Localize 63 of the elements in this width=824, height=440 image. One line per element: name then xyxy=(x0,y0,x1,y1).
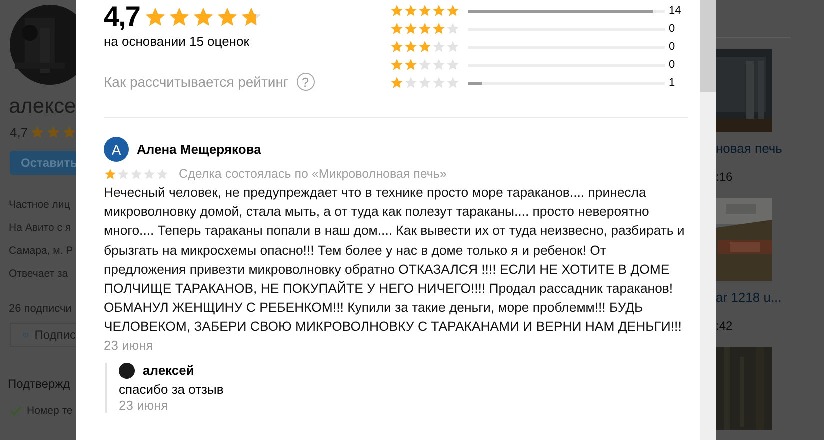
rating-count: 0 xyxy=(669,23,676,35)
author-name[interactable]: Алена Мещерякова xyxy=(137,142,262,157)
rating-count: 0 xyxy=(669,41,676,53)
reply-text: спасибо за отзыв xyxy=(119,382,225,397)
listing-time: :16 xyxy=(716,170,734,184)
star-icon xyxy=(46,125,62,140)
star-icon xyxy=(446,4,460,18)
star-icon xyxy=(30,125,46,140)
rating-count: 0 xyxy=(669,59,676,71)
star-icon xyxy=(390,40,404,54)
star-icon xyxy=(130,168,143,180)
star-icon xyxy=(168,6,191,28)
deal-info: Сделка состоялась по «Микроволновая печь» xyxy=(179,167,447,181)
scrollbar-thumb[interactable] xyxy=(700,0,716,92)
rating-caption: на основании 15 оценок xyxy=(104,34,250,49)
star-icon xyxy=(446,22,460,36)
star-icon xyxy=(240,6,263,28)
star-icon xyxy=(418,22,432,36)
review-text: Нечесный человек, не предупреждает что в технике просто море тараканов.... принесла микроволновку домой, стала мыть, а от туда как полезут тараканы.... просто невероятно много.... Теперь тараканы попали в наш дом.... Как вывести их от туда неизвесно, разбирать и брызгать на микросхемы опасно!!! Тем более у нас в доме только я и ребенок! От предложения привезти микроволновку обратно ОТКАЗАЛСЯ !!!! ЕСЛИ НЕ ХОТИТЕ В ДОМЕ ПОЛЧИЩЕ ТАРАКАНОВ, НЕ ПОКУПАЙТЕ У НЕГО НИЧЕГО!!!! Продал рассадник тараканов! ОБМАНУЛ ЖЕНЩИНУ С РЕБЕНКОМ!!! Купили за такие деньги, море проблемм!!! БУДЬ ЧЕЛОВЕКОМ, ЗАБЕРИ СВОЮ МИКРОВОЛНОВКУ С ТАРАКАНАМИ И ВЕРНИ НАМ ДЕНЬГИ!!! xyxy=(104,184,686,336)
star-icon xyxy=(143,168,156,180)
avatar-icon xyxy=(119,362,135,379)
star-icon xyxy=(390,58,404,72)
star-icon xyxy=(390,4,404,18)
star-icon xyxy=(216,6,239,28)
star-icon xyxy=(432,58,446,72)
listing-title[interactable]: ar 1218 u... xyxy=(716,290,824,305)
star-icon xyxy=(192,6,215,28)
rating-count: 14 xyxy=(669,5,682,17)
star-icon xyxy=(390,76,404,90)
star-icon xyxy=(104,168,117,180)
star-icon xyxy=(404,76,418,90)
star-icon xyxy=(418,40,432,54)
rating-score: 4,7 xyxy=(104,1,140,33)
section-title: Подтвержд xyxy=(8,377,72,391)
star-icon xyxy=(446,40,460,54)
listing-time: :42 xyxy=(716,319,734,333)
star-icon xyxy=(404,58,418,72)
star-icon xyxy=(404,40,418,54)
star-icon xyxy=(446,76,460,90)
star-icon xyxy=(404,22,418,36)
star-icon xyxy=(390,22,404,36)
author-name[interactable]: алексей xyxy=(143,363,194,378)
star-icon xyxy=(418,76,432,90)
review-date: 23 июня xyxy=(104,338,154,353)
reply-date: 23 июня xyxy=(119,398,170,413)
star-icon xyxy=(156,168,169,180)
star-icon xyxy=(404,4,418,18)
star-icon xyxy=(418,58,432,72)
star-icon xyxy=(144,6,167,28)
star-icon xyxy=(418,4,432,18)
star-icon xyxy=(432,76,446,90)
star-icon xyxy=(432,22,446,36)
rating-help-link[interactable]: Как рассчитывается рейтинг xyxy=(104,74,289,90)
help-icon[interactable]: ? xyxy=(296,73,315,91)
star-icon xyxy=(432,40,446,54)
scrollbar[interactable] xyxy=(700,0,716,440)
star-icon xyxy=(446,58,460,72)
star-icon xyxy=(432,4,446,18)
avatar-icon: А xyxy=(104,137,129,162)
rating-count: 1 xyxy=(669,77,676,89)
star-icon xyxy=(117,168,130,180)
star-icon xyxy=(62,125,78,140)
listing-title[interactable]: новая печь xyxy=(716,141,824,156)
